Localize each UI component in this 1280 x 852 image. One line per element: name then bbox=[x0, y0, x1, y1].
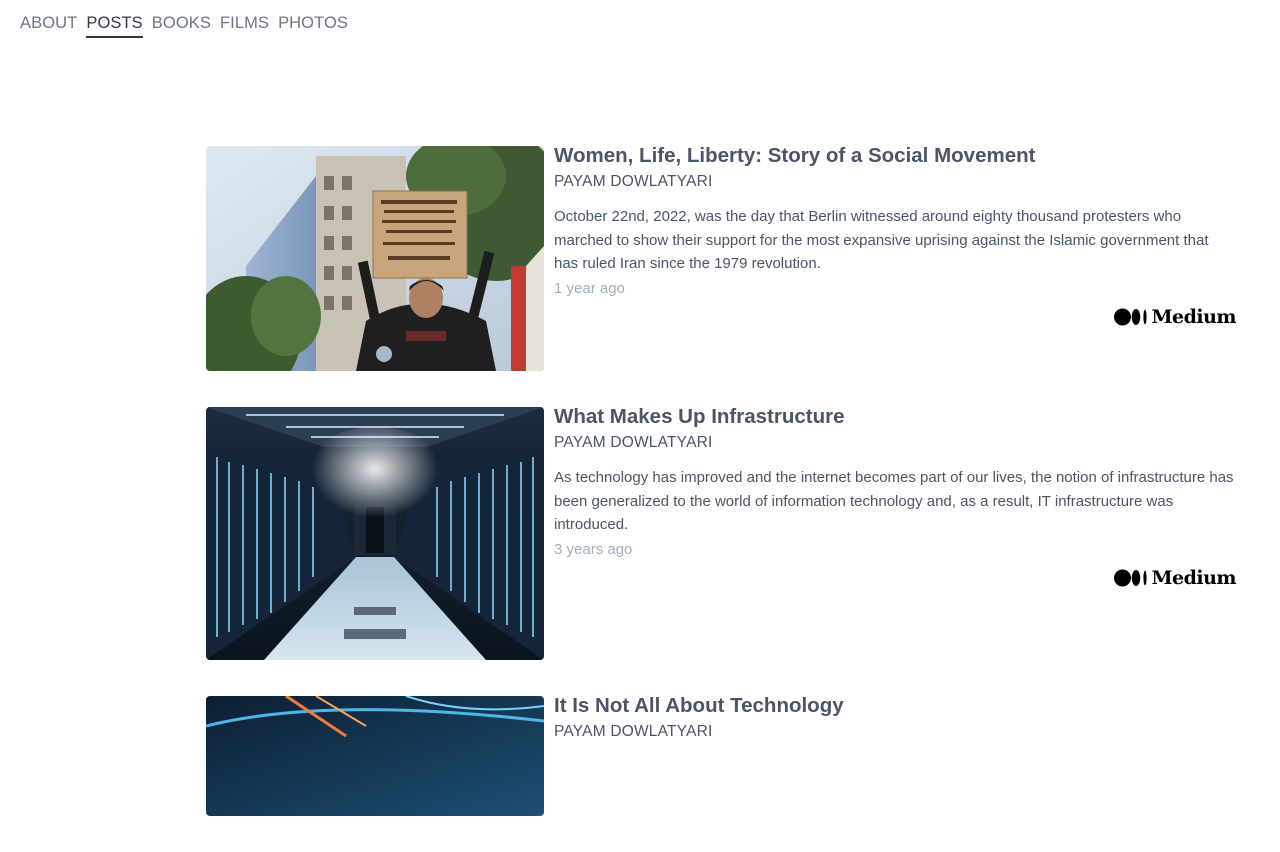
post-title[interactable]: It Is Not All About Technology bbox=[554, 695, 1236, 716]
medium-logo-icon bbox=[1114, 569, 1148, 587]
post-date: 3 years ago bbox=[554, 540, 633, 558]
post-content: It Is Not All About Technology PAYAM DOW… bbox=[554, 695, 1236, 816]
post-card: Women, Life, Liberty: Story of a Social … bbox=[206, 145, 1236, 371]
post-content: What Makes Up Infrastructure PAYAM DOWLA… bbox=[554, 406, 1236, 660]
post-thumbnail-tech[interactable] bbox=[206, 696, 544, 816]
post-thumbnail-protest[interactable] bbox=[206, 146, 544, 371]
nav-books[interactable]: BOOKS bbox=[152, 14, 211, 38]
post-author: PAYAM DOWLATYARI bbox=[554, 723, 713, 740]
post-title[interactable]: What Makes Up Infrastructure bbox=[554, 406, 1236, 427]
medium-link[interactable]: Medium bbox=[1114, 567, 1236, 589]
top-navigation: ABOUT POSTS BOOKS FILMS PHOTOS bbox=[20, 14, 357, 38]
nav-about[interactable]: ABOUT bbox=[20, 14, 77, 38]
medium-link[interactable]: Medium bbox=[1114, 306, 1236, 328]
post-date: 1 year ago bbox=[554, 279, 625, 297]
medium-logo-icon bbox=[1114, 308, 1148, 326]
post-card: It Is Not All About Technology PAYAM DOW… bbox=[206, 695, 1236, 816]
post-author: PAYAM DOWLATYARI bbox=[554, 173, 713, 190]
nav-posts[interactable]: POSTS bbox=[86, 14, 143, 38]
post-title[interactable]: Women, Life, Liberty: Story of a Social … bbox=[554, 145, 1236, 166]
post-card: What Makes Up Infrastructure PAYAM DOWLA… bbox=[206, 406, 1236, 660]
datacenter-photo-icon bbox=[206, 407, 544, 660]
tech-light-photo-icon bbox=[206, 696, 544, 816]
posts-list: Women, Life, Liberty: Story of a Social … bbox=[206, 145, 1236, 852]
post-excerpt: As technology has improved and the inter… bbox=[554, 469, 1234, 533]
protest-photo-icon bbox=[206, 146, 544, 371]
nav-films[interactable]: FILMS bbox=[220, 14, 269, 38]
medium-wordmark: Medium bbox=[1151, 567, 1236, 589]
post-thumbnail-datacenter[interactable] bbox=[206, 407, 544, 660]
post-author: PAYAM DOWLATYARI bbox=[554, 434, 713, 451]
medium-wordmark: Medium bbox=[1151, 306, 1236, 328]
nav-photos[interactable]: PHOTOS bbox=[278, 14, 348, 38]
post-excerpt: October 22nd, 2022, was the day that Ber… bbox=[554, 208, 1209, 272]
post-content: Women, Life, Liberty: Story of a Social … bbox=[554, 145, 1236, 371]
